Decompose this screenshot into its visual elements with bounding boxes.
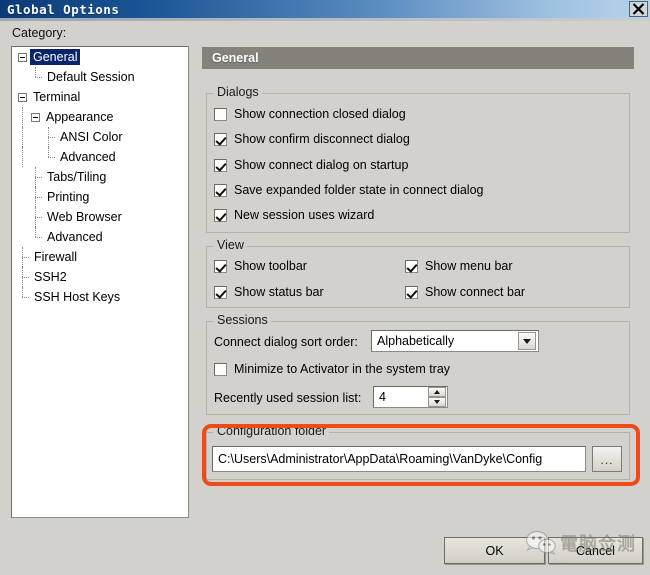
checkbox-box[interactable] [214, 183, 227, 197]
close-icon[interactable] [629, 1, 648, 17]
tree-item-printing[interactable]: Printing [12, 187, 188, 207]
tree-item-label: ANSI Color [60, 130, 123, 144]
checkbox-new-session-uses-wizard[interactable]: New session uses wizard [214, 208, 374, 222]
tree-item-label: Advanced [60, 150, 116, 164]
tree-connector [18, 287, 31, 307]
recent-session-list-value: 4 [379, 390, 386, 404]
checkbox-show-connect-bar[interactable]: Show connect bar [405, 285, 525, 299]
tree-item-label: Default Session [47, 70, 135, 84]
checkbox-label: Minimize to Activator in the system tray [234, 362, 451, 376]
chevron-down-icon[interactable] [518, 332, 536, 350]
tree-connector [31, 187, 44, 207]
checkbox-box[interactable] [405, 285, 418, 299]
tree-connector [31, 167, 44, 187]
checkbox-box[interactable] [214, 285, 227, 299]
tree-connector [31, 207, 44, 227]
checkbox-box[interactable] [405, 259, 418, 273]
tree-connector [18, 147, 31, 167]
checkbox-show-status-bar[interactable]: Show status bar [214, 285, 324, 299]
checkbox-show-connect-dialog-on-startup[interactable]: Show connect dialog on startup [214, 158, 408, 172]
checkbox-show-toolbar[interactable]: Show toolbar [214, 259, 307, 273]
checkbox-label: Show toolbar [234, 259, 307, 273]
stepper-down-icon[interactable] [428, 397, 446, 407]
checkbox-minimize-to-activator[interactable]: Minimize to Activator in the system tray [214, 362, 450, 376]
sort-order-label: Connect dialog sort order: [214, 335, 358, 349]
window-title: Global Options [7, 1, 120, 17]
stepper-buttons[interactable] [428, 387, 446, 407]
tree-item-label: SSH2 [34, 270, 67, 284]
tree-connector [18, 247, 31, 267]
tree-connector [31, 227, 44, 247]
tree-item-tabs-tiling[interactable]: Tabs/Tiling [12, 167, 188, 187]
checkbox-label: Show connection closed dialog [234, 107, 406, 121]
config-folder-browse-button[interactable]: ... [592, 446, 622, 472]
checkbox-box[interactable] [214, 208, 227, 222]
tree-item-label: Appearance [46, 110, 114, 124]
checkbox-label: Show confirm disconnect dialog [234, 132, 410, 146]
tree-item-label: Firewall [34, 250, 78, 264]
tree-item-general[interactable]: General [12, 47, 188, 67]
expander-minus-icon[interactable] [18, 52, 27, 62]
checkbox-show-menu-bar[interactable]: Show menu bar [405, 259, 513, 273]
checkbox-box[interactable] [214, 107, 227, 121]
checkbox-label: Show menu bar [425, 259, 513, 273]
tree-connector [31, 67, 44, 87]
expander-minus-icon[interactable] [31, 112, 40, 122]
checkbox-box[interactable] [214, 158, 227, 172]
tree-item-label: General [30, 49, 81, 65]
checkbox-box[interactable] [214, 362, 227, 376]
view-group-legend: View [214, 238, 247, 252]
tree-item-label: Advanced [47, 230, 103, 244]
checkbox-show-confirm-disconnect-dialog[interactable]: Show confirm disconnect dialog [214, 132, 410, 146]
tree-item-firewall[interactable]: Firewall [12, 247, 188, 267]
tree-item-ansi-color[interactable]: ANSI Color [12, 127, 188, 147]
sessions-group-legend: Sessions [214, 313, 271, 327]
tree-item-ssh-host-keys[interactable]: SSH Host Keys [12, 287, 188, 307]
tree-connector [44, 127, 57, 147]
tree-item-label: SSH Host Keys [34, 290, 121, 304]
recent-session-list-label: Recently used session list: [214, 391, 362, 405]
tree-connector [18, 107, 31, 127]
expander-minus-icon[interactable] [18, 92, 27, 102]
recent-session-list-stepper[interactable]: 4 [373, 386, 448, 408]
tree-item-label: Tabs/Tiling [47, 170, 107, 184]
checkbox-label: Show connect bar [425, 285, 526, 299]
close-glyph [632, 3, 645, 15]
title-bar-underline [0, 18, 650, 21]
config-folder-legend: Configuration folder [214, 424, 330, 438]
tree-item-appearance[interactable]: Appearance [12, 107, 188, 127]
pane-header: General [202, 47, 634, 69]
ok-button[interactable]: OK [444, 537, 545, 564]
tree-connector [18, 267, 31, 287]
tree-item-terminal-advanced[interactable]: Advanced [12, 227, 188, 247]
checkbox-label: Show connect dialog on startup [234, 158, 409, 172]
tree-item-web-browser[interactable]: Web Browser [12, 207, 188, 227]
sort-order-value: Alphabetically [377, 334, 455, 348]
tree-item-label: Terminal [33, 90, 81, 104]
tree-item-terminal[interactable]: Terminal [12, 87, 188, 107]
window-title-bar: Global Options [0, 0, 650, 18]
checkbox-box[interactable] [214, 132, 227, 146]
checkbox-label: Show status bar [234, 285, 324, 299]
category-tree[interactable]: General Default Session Terminal Appeara… [11, 46, 189, 518]
dialogs-group-legend: Dialogs [214, 85, 262, 99]
checkbox-show-connection-closed-dialog[interactable]: Show connection closed dialog [214, 107, 406, 121]
tree-connector [44, 147, 57, 167]
tree-item-appearance-advanced[interactable]: Advanced [12, 147, 188, 167]
tree-item-default-session[interactable]: Default Session [12, 67, 188, 87]
tree-item-ssh2[interactable]: SSH2 [12, 267, 188, 287]
page-title: General [212, 51, 259, 65]
tree-item-label: Printing [47, 190, 90, 204]
config-folder-path-input[interactable]: C:\Users\Administrator\AppData\Roaming\V… [212, 446, 586, 472]
checkbox-label: New session uses wizard [234, 208, 375, 222]
category-label: Category: [12, 26, 67, 40]
tree-connector [18, 127, 31, 147]
checkbox-box[interactable] [214, 259, 227, 273]
checkbox-save-expanded-folder-state[interactable]: Save expanded folder state in connect di… [214, 183, 483, 197]
sort-order-dropdown[interactable]: Alphabetically [371, 330, 539, 352]
tree-item-label: Web Browser [47, 210, 122, 224]
cancel-button[interactable]: Cancel [548, 537, 643, 564]
checkbox-label: Save expanded folder state in connect di… [234, 183, 484, 197]
stepper-up-icon[interactable] [428, 387, 446, 397]
